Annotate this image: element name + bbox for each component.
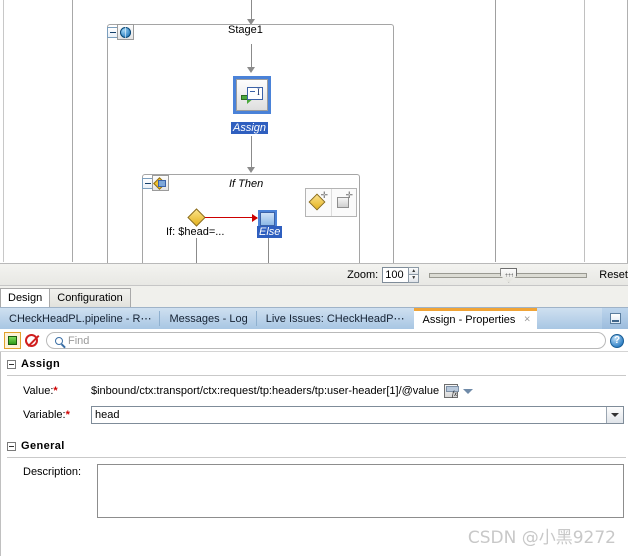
- ifthen-title: If Then: [229, 178, 264, 190]
- zoom-increase-button[interactable]: ▲: [408, 266, 420, 275]
- zoom-reset-button[interactable]: Reset: [599, 269, 628, 281]
- condition-label: If: $head=...: [166, 226, 225, 238]
- search-input[interactable]: Find: [46, 332, 606, 349]
- zoom-decrease-button[interactable]: ▼: [408, 275, 420, 283]
- section-divider: [7, 457, 626, 458]
- tab-design[interactable]: Design: [0, 288, 51, 307]
- editor-mode-tabbar: Design Configuration: [0, 286, 628, 308]
- value-label: Value:*: [23, 385, 91, 397]
- assign-node-icon: [236, 79, 268, 111]
- assign-section-title: Assign: [21, 358, 61, 370]
- connector-line: [268, 238, 269, 263]
- zoom-label: Zoom:: [347, 268, 379, 281]
- variable-input[interactable]: head: [92, 407, 606, 423]
- zoom-slider[interactable]: [429, 267, 588, 283]
- general-section-header[interactable]: General: [1, 434, 628, 454]
- zoom-toolbar: Zoom: 100 ▲ ▼ Reset: [0, 263, 628, 286]
- value-label-text: Value:: [23, 385, 54, 397]
- plus-badge-icon: ✛: [320, 190, 328, 200]
- chevron-down-icon[interactable]: [463, 388, 474, 394]
- view-tabbar: CHeckHeadPL.pipeline - R⋯ Messages - Log…: [0, 308, 628, 330]
- chevron-down-icon[interactable]: [606, 407, 623, 423]
- fx-expression-builder-icon[interactable]: [444, 384, 460, 398]
- variable-combobox[interactable]: head: [91, 406, 624, 424]
- tab-messages-log[interactable]: Messages - Log: [160, 308, 257, 329]
- green-square-toggle-icon[interactable]: [4, 332, 21, 349]
- connector-line: [251, 136, 252, 168]
- connector-arrowhead: [247, 167, 255, 173]
- globe-stage-icon: [117, 24, 134, 40]
- search-icon: [55, 336, 63, 345]
- tab-pipeline-editor[interactable]: CHeckHeadPL.pipeline - R⋯: [0, 308, 161, 329]
- tab-live-issues[interactable]: Live Issues: CHeckHeadP⋯: [257, 308, 414, 329]
- section-divider: [7, 375, 626, 376]
- else-node-label: Else: [257, 226, 283, 238]
- pipeline-design-canvas[interactable]: Stage1 Assign If Then ✛: [0, 0, 628, 263]
- tab-label: Messages - Log: [169, 312, 248, 325]
- assign-section-header[interactable]: Assign: [1, 352, 628, 372]
- add-condition-button[interactable]: ✛: [306, 189, 331, 216]
- minimize-window-icon[interactable]: [602, 308, 628, 329]
- stage-header-controls[interactable]: [107, 24, 134, 40]
- stage-title: Stage1: [228, 24, 263, 36]
- add-default-button[interactable]: ✛: [330, 189, 356, 216]
- connector-line: [251, 0, 252, 20]
- value-expression-text[interactable]: $inbound/ctx:transport/ctx:request/tp:he…: [91, 385, 439, 397]
- close-icon[interactable]: ×: [524, 314, 530, 326]
- tab-label: Live Issues: CHeckHeadP⋯: [265, 313, 405, 325]
- connector-line: [196, 238, 197, 263]
- ifthen-branch-icon: [152, 175, 169, 191]
- watermark-text: CSDN @小黑9272: [467, 528, 616, 548]
- search-placeholder: Find: [68, 334, 90, 347]
- variable-field-row: Variable:* head: [1, 406, 628, 424]
- no-entry-icon[interactable]: [23, 332, 40, 349]
- general-section-title: General: [21, 440, 65, 452]
- help-question-icon[interactable]: ?: [610, 333, 624, 348]
- canvas-divider-line: [495, 0, 496, 262]
- plus-badge-icon: ✛: [345, 190, 353, 200]
- textfield-icon: [247, 87, 263, 100]
- assign-node[interactable]: [233, 76, 271, 114]
- branch-flow-arrow: [205, 214, 258, 222]
- connector-line: [251, 44, 252, 68]
- required-asterisk: *: [53, 385, 58, 397]
- canvas-divider-line: [3, 0, 4, 262]
- zoom-slider-thumb[interactable]: [500, 267, 518, 283]
- zoom-input[interactable]: 100: [382, 266, 409, 283]
- canvas-divider-line: [584, 0, 585, 262]
- variable-label-text: Variable:: [23, 409, 66, 421]
- properties-panel: Assign Value:* $inbound/ctx:transport/ct…: [0, 352, 628, 556]
- tab-configuration[interactable]: Configuration: [49, 288, 131, 307]
- value-field-row: Value:* $inbound/ctx:transport/ctx:reque…: [1, 384, 628, 398]
- tab-label: Assign - Properties: [422, 314, 516, 326]
- tab-label: CHeckHeadPL.pipeline - R⋯: [9, 313, 152, 325]
- canvas-divider-line: [72, 0, 73, 262]
- ifthen-header-controls[interactable]: [142, 175, 169, 191]
- description-field-row: Description:: [1, 464, 628, 518]
- assign-node-label: Assign: [231, 122, 269, 134]
- zoom-stepper[interactable]: 100 ▲ ▼: [382, 266, 420, 283]
- collapse-minus-icon[interactable]: [7, 441, 16, 451]
- tab-assign-properties[interactable]: Assign - Properties ×: [413, 308, 538, 329]
- ifthen-branch-toolbar[interactable]: ✛ ✛: [305, 188, 357, 217]
- required-asterisk: *: [65, 409, 70, 421]
- variable-label: Variable:*: [23, 409, 91, 421]
- application-window: Stage1 Assign If Then ✛: [0, 0, 628, 556]
- description-label: Description:: [23, 466, 82, 478]
- collapse-minus-icon[interactable]: [7, 359, 16, 369]
- description-textarea[interactable]: [97, 464, 624, 518]
- connector-arrowhead: [247, 67, 255, 73]
- properties-findbar: Find ?: [0, 330, 628, 352]
